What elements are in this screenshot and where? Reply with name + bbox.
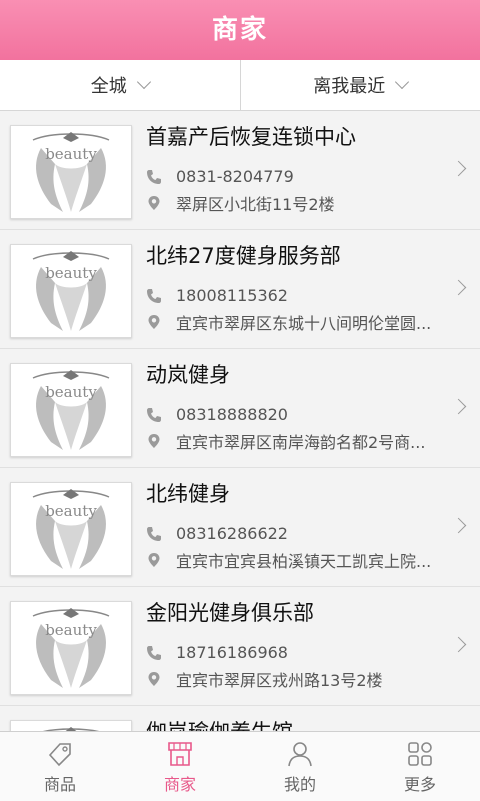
store-phone: 18716186968 xyxy=(176,643,288,662)
chevron-down-icon xyxy=(395,75,409,89)
store-thumbnail: beauty xyxy=(10,720,132,731)
store-address: 宜宾市翠屏区戎州路13号2楼 xyxy=(176,667,383,691)
thumbnail-brand-text: beauty xyxy=(45,502,97,520)
store-name: 伽岚瑜伽养生馆 xyxy=(146,716,293,731)
tab-label: 我的 xyxy=(284,771,316,795)
area-filter-label: 全城 xyxy=(91,72,127,98)
store-phone: 08318888820 xyxy=(176,405,288,424)
store-thumbnail: beauty xyxy=(10,125,132,219)
tab-label: 商家 xyxy=(164,771,196,795)
chevron-right-icon xyxy=(451,399,467,415)
tab-label: 更多 xyxy=(404,771,436,795)
sort-filter-dropdown[interactable]: 离我最近 xyxy=(240,60,480,110)
store-address: 翠屏区小北街11号2楼 xyxy=(176,191,335,215)
tab-merchants[interactable]: 商家 xyxy=(120,732,240,801)
thumbnail-brand-text: beauty xyxy=(45,621,97,639)
store-name: 北纬27度健身服务部 xyxy=(146,240,341,270)
store-address-row: 宜宾市翠屏区南岸海韵名都2号商... xyxy=(146,429,425,453)
tab-mine[interactable]: 我的 xyxy=(240,732,360,801)
app-header: 商家 xyxy=(0,0,480,60)
store-address: 宜宾市宜宾县柏溪镇天工凯宾上院... xyxy=(176,548,431,572)
store-phone-row: 08318888820 xyxy=(146,405,288,424)
store-address: 宜宾市翠屏区南岸海韵名都2号商... xyxy=(176,429,425,453)
thumbnail-brand-text: beauty xyxy=(45,145,97,163)
store-phone-row: 18008115362 xyxy=(146,286,288,305)
location-pin-icon xyxy=(146,671,162,687)
sort-filter-label: 离我最近 xyxy=(313,72,385,98)
store-address-row: 宜宾市宜宾县柏溪镇天工凯宾上院... xyxy=(146,548,431,572)
chevron-right-icon xyxy=(451,280,467,296)
store-phone: 08316286622 xyxy=(176,524,288,543)
store-address-row: 翠屏区小北街11号2楼 xyxy=(146,191,335,215)
filter-bar: 全城 离我最近 xyxy=(0,60,480,111)
store-address-row: 宜宾市翠屏区东城十八间明伦堂圆... xyxy=(146,310,431,334)
area-filter-dropdown[interactable]: 全城 xyxy=(0,60,240,110)
storefront-icon xyxy=(165,739,195,769)
chevron-right-icon xyxy=(451,637,467,653)
store-address: 宜宾市翠屏区东城十八间明伦堂圆... xyxy=(176,310,431,334)
store-phone-row: 0831-8204779 xyxy=(146,167,294,186)
page-title: 商家 xyxy=(212,15,268,45)
store-list[interactable]: beauty 首嘉产后恢复连锁中心 0831-8204779 翠屏区小北街11号… xyxy=(0,111,480,731)
chevron-right-icon xyxy=(451,518,467,534)
store-thumbnail: beauty xyxy=(10,363,132,457)
store-address-row: 宜宾市翠屏区戎州路13号2楼 xyxy=(146,667,383,691)
store-name: 动岚健身 xyxy=(146,359,230,389)
thumbnail-brand-text: beauty xyxy=(45,264,97,282)
phone-icon xyxy=(146,169,162,185)
store-phone-row: 18716186968 xyxy=(146,643,288,662)
location-pin-icon xyxy=(146,195,162,211)
store-thumbnail: beauty xyxy=(10,601,132,695)
store-list-item[interactable]: beauty 动岚健身 08318888820 宜宾市翠屏区南岸海韵名都2号商.… xyxy=(0,349,480,468)
grid-icon xyxy=(405,739,435,769)
store-thumbnail: beauty xyxy=(10,244,132,338)
store-phone-row: 08316286622 xyxy=(146,524,288,543)
store-thumbnail: beauty xyxy=(10,482,132,576)
tag-icon xyxy=(45,739,75,769)
chevron-down-icon xyxy=(137,75,151,89)
store-phone: 0831-8204779 xyxy=(176,167,294,186)
phone-icon xyxy=(146,526,162,542)
phone-icon xyxy=(146,645,162,661)
chevron-right-icon xyxy=(451,161,467,177)
location-pin-icon xyxy=(146,552,162,568)
tab-label: 商品 xyxy=(44,771,76,795)
store-list-item[interactable]: beauty 金阳光健身俱乐部 18716186968 宜宾市翠屏区戎州路13号… xyxy=(0,587,480,706)
store-phone: 18008115362 xyxy=(176,286,288,305)
store-list-item[interactable]: beauty 首嘉产后恢复连锁中心 0831-8204779 翠屏区小北街11号… xyxy=(0,111,480,230)
thumbnail-brand-text: beauty xyxy=(45,383,97,401)
bottom-tab-bar: 商品 商家 我的 更多 xyxy=(0,731,480,801)
store-name: 首嘉产后恢复连锁中心 xyxy=(146,121,356,151)
phone-icon xyxy=(146,288,162,304)
store-list-item[interactable]: beauty 北纬27度健身服务部 18008115362 宜宾市翠屏区东城十八… xyxy=(0,230,480,349)
tab-products[interactable]: 商品 xyxy=(0,732,120,801)
phone-icon xyxy=(146,407,162,423)
store-list-item[interactable]: beauty 伽岚瑜伽养生馆 xyxy=(0,706,480,731)
store-name: 金阳光健身俱乐部 xyxy=(146,597,314,627)
user-icon xyxy=(285,739,315,769)
tab-more[interactable]: 更多 xyxy=(360,732,480,801)
store-name: 北纬健身 xyxy=(146,478,230,508)
store-list-item[interactable]: beauty 北纬健身 08316286622 宜宾市宜宾县柏溪镇天工凯宾上院.… xyxy=(0,468,480,587)
location-pin-icon xyxy=(146,433,162,449)
location-pin-icon xyxy=(146,314,162,330)
